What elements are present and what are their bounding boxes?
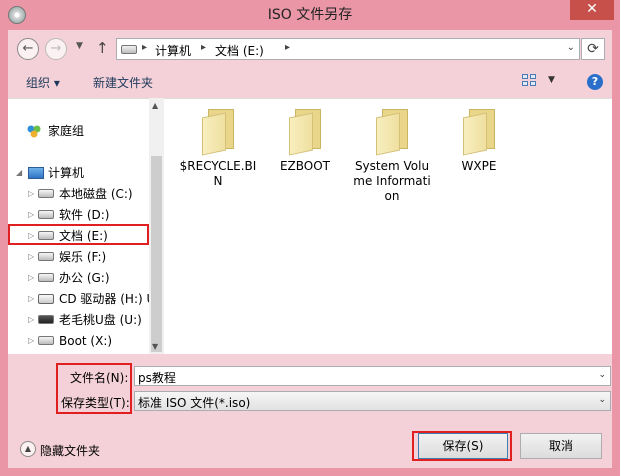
view-dropdown-icon[interactable]: ▼ (548, 75, 555, 85)
window-title: ISO 文件另存 (267, 7, 353, 23)
cd-drive-icon (38, 294, 54, 304)
chevron-down-icon[interactable]: ⌄ (598, 395, 606, 405)
scroll-thumb[interactable] (151, 156, 162, 352)
nav-item-drive-h[interactable]: ▷ CD 驱动器 (H:) U (8, 289, 158, 309)
hard-drive-icon (38, 336, 54, 345)
folder-label: EZBOOT (279, 159, 331, 173)
hard-drive-icon (38, 189, 54, 198)
refresh-button[interactable]: ⟳ (581, 38, 605, 60)
hide-folders-label[interactable]: 隐藏文件夹 (40, 442, 100, 459)
nav-item-drive-x[interactable]: ▷ Boot (X:) (8, 331, 158, 351)
homegroup-icon (27, 125, 41, 138)
view-options-icon[interactable] (522, 74, 538, 88)
cancel-button[interactable]: 取消 (520, 433, 602, 459)
folder-label: WXPE (461, 159, 497, 173)
filename-input[interactable]: ps教程 ⌄ (134, 366, 611, 386)
filetype-select[interactable]: 标准 ISO 文件(*.iso) ⌄ (134, 391, 611, 411)
nav-item-drive-d[interactable]: ▷ 软件 (D:) (8, 205, 158, 225)
nav-item-label: Boot (X:) (59, 334, 113, 348)
scroll-up-icon[interactable]: ▲ (152, 101, 158, 110)
save-button-highlight (412, 431, 512, 461)
hard-drive-icon (38, 210, 54, 219)
address-bar[interactable]: ▸ 计算机 ▸ 文档 (E:) ▸ ⌄ (116, 38, 580, 60)
nav-item-drive-f[interactable]: ▷ 娱乐 (F:) (8, 247, 158, 267)
nav-item-label: CD 驱动器 (H:) U (59, 292, 156, 306)
nav-item-computer[interactable]: ◢ 计算机 (8, 163, 158, 183)
nav-item-label: 本地磁盘 (C:) (59, 187, 133, 201)
folder-icon (368, 107, 416, 156)
computer-icon (28, 167, 44, 179)
expand-icon[interactable]: ▷ (28, 289, 34, 309)
breadcrumb-separator[interactable]: ▸ (142, 42, 147, 53)
nav-item-label: 办公 (G:) (59, 271, 110, 285)
folder-icon (455, 107, 503, 156)
hard-drive-icon (38, 252, 54, 261)
close-button[interactable]: ✕ (570, 0, 614, 20)
title-bar: ISO 文件另存 ✕ (0, 0, 620, 30)
address-dropdown-icon[interactable]: ⌄ (567, 42, 575, 53)
nav-item-drive-g[interactable]: ▷ 办公 (G:) (8, 268, 158, 288)
expand-icon[interactable]: ▷ (28, 247, 34, 267)
breadcrumb-drive-e[interactable]: 文档 (E:) (215, 42, 264, 59)
nav-item-drive-u[interactable]: ▷ 老毛桃U盘 (U:) (8, 310, 158, 330)
expand-icon[interactable]: ▷ (28, 268, 34, 288)
scroll-down-icon[interactable]: ▼ (152, 342, 158, 351)
nav-item-label: 计算机 (48, 166, 85, 180)
labels-highlight (56, 363, 132, 414)
folder-item[interactable]: System Volume Information (352, 107, 432, 204)
selected-drive-highlight (8, 224, 149, 245)
folder-label: $RECYCLE.BIN (179, 159, 257, 188)
folder-icon (281, 107, 329, 156)
new-folder-button[interactable]: 新建文件夹 (93, 74, 153, 91)
nav-scrollbar[interactable]: ▲ ▼ (149, 98, 164, 354)
window-frame-left (0, 30, 8, 476)
folder-item[interactable]: WXPE (439, 107, 519, 174)
nav-item-label: 软件 (D:) (59, 208, 110, 222)
window-frame-right (612, 30, 620, 476)
expanded-icon[interactable]: ◢ (16, 163, 22, 183)
help-icon[interactable]: ? (587, 74, 603, 90)
up-arrow-icon[interactable]: ↑ (96, 39, 109, 57)
nav-item-drive-c[interactable]: ▷ 本地磁盘 (C:) (8, 184, 158, 204)
usb-drive-icon (38, 315, 54, 324)
organize-menu[interactable]: 组织 ▾ (26, 74, 60, 91)
folder-icon (194, 107, 242, 156)
breadcrumb-separator[interactable]: ▸ (285, 42, 290, 53)
back-button[interactable]: ← (17, 38, 39, 60)
nav-item-label: 娱乐 (F:) (59, 250, 107, 264)
chevron-down-icon[interactable]: ⌄ (598, 370, 606, 380)
folder-label: System Volume Information (353, 159, 431, 203)
expand-icon[interactable]: ▷ (28, 310, 34, 330)
nav-item-label: 家庭组 (48, 124, 85, 138)
hide-folders-toggle[interactable]: ▲ (20, 441, 36, 457)
filename-value[interactable]: ps教程 (138, 369, 176, 386)
filetype-value: 标准 ISO 文件(*.iso) (138, 396, 251, 410)
breadcrumb-computer[interactable]: 计算机 (155, 42, 191, 59)
file-list: $RECYCLE.BIN EZBOOT System Volume Inform… (164, 98, 612, 354)
forward-button[interactable]: → (45, 38, 67, 60)
hard-drive-icon (38, 273, 54, 282)
expand-icon[interactable]: ▷ (28, 205, 34, 225)
nav-item-homegroup[interactable]: 家庭组 (8, 121, 158, 141)
nav-item-label: 老毛桃U盘 (U:) (59, 313, 142, 327)
breadcrumb-separator[interactable]: ▸ (201, 42, 206, 53)
recent-locations-dropdown-icon[interactable]: ▼ (76, 41, 83, 51)
drive-icon (121, 45, 137, 54)
folder-item[interactable]: $RECYCLE.BIN (178, 107, 258, 189)
window-frame-bottom (0, 468, 620, 476)
folder-item[interactable]: EZBOOT (265, 107, 345, 174)
expand-icon[interactable]: ▷ (28, 331, 34, 351)
expand-icon[interactable]: ▷ (28, 184, 34, 204)
